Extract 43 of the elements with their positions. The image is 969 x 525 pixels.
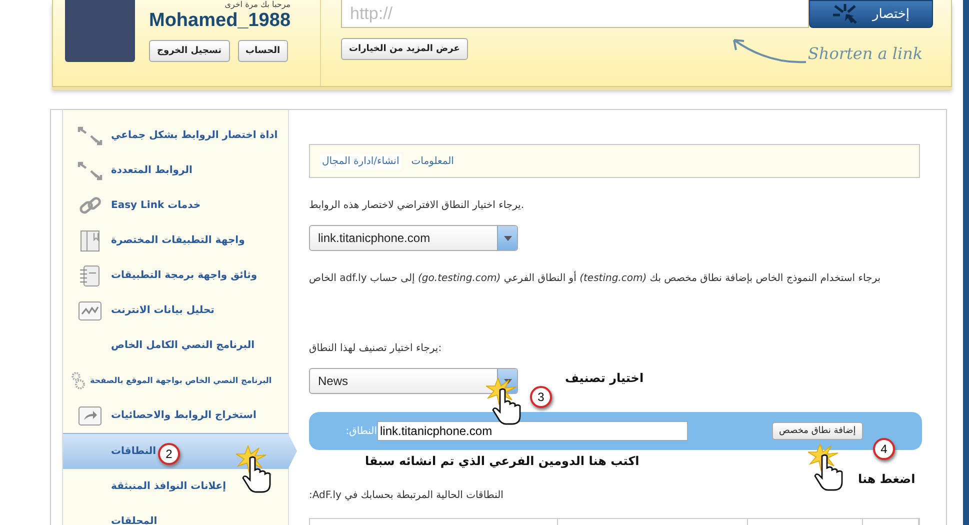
sidebar-item[interactable]: الروابط المتعددة: [63, 153, 288, 188]
caret-icon: [497, 226, 517, 250]
sidebar-item[interactable]: خدمات Easy Link: [63, 188, 288, 223]
shorten-button[interactable]: إختصار: [809, 0, 933, 28]
tab[interactable]: المعلومات: [409, 154, 456, 168]
domain-dropdown[interactable]: link.titanicphone.com: [309, 225, 518, 251]
share-icon: [78, 406, 102, 426]
add-domain-button[interactable]: إضافة نطاق مخصص: [772, 422, 863, 440]
gears-icon: [70, 370, 86, 392]
sidebar-item[interactable]: المحلقات: [63, 504, 288, 525]
avatar-placeholder: [65, 0, 135, 62]
tab[interactable]: انشاء/ادارة المجال: [320, 154, 402, 168]
greeting-text: مرحبا بك مرة اخرى: [224, 0, 291, 10]
annotation-text: اضغط هنا: [858, 472, 916, 486]
notebook-icon: [79, 264, 101, 286]
arrows-icon: [832, 3, 858, 25]
default-domain-prompt: يرجاء اختيار النطاق الافتراضي لاختصار هذه الروابط.: [309, 200, 526, 211]
url-input[interactable]: http://: [341, 0, 809, 28]
current-domains-text: النطاقات الحالية المرتبطة بحسابك في AdF.ly:: [309, 490, 504, 501]
sidebar-item[interactable]: إعلانات النوافذ المنبثقة: [63, 469, 288, 504]
domain-input[interactable]: link.titanicphone.com: [377, 421, 688, 441]
chart-icon: [78, 300, 102, 320]
sidebar-item[interactable]: واجهة التطبيقات المختصرة: [63, 223, 288, 258]
sidebar-item[interactable]: وثائق واجهة برمجة التطبيقات: [63, 258, 288, 293]
sidebar-item[interactable]: تحليل بيانات الانترنت: [63, 293, 288, 328]
more-options-button[interactable]: عرض المزيد من الخيارات: [341, 38, 468, 60]
account-button[interactable]: تسجيل الخروج: [149, 40, 230, 62]
link-icon: [78, 194, 102, 216]
domain-label: النطاق:: [344, 426, 377, 436]
sidebar-item[interactable]: اداة اختصار الروابط بشكل جماعي: [63, 118, 288, 153]
hint-text: Shorten a link: [808, 44, 923, 63]
arrows-icon: [77, 160, 103, 180]
username: Mohamed_1988: [149, 10, 291, 32]
category-dropdown[interactable]: News: [309, 368, 518, 394]
annotation-text: اختيار تصنيف: [565, 371, 644, 385]
sidebar-item[interactable]: البرنامج النصي الكامل الخاص: [63, 328, 288, 363]
sidebar-item[interactable]: البرنامج النصي الخاص بواجهة الموقع بالصفحة: [63, 363, 288, 398]
arrows-icon: [77, 126, 103, 146]
book-icon: [79, 230, 101, 252]
annotation-text: اكتب هنا الدومين الفرعي الذي تم انشائه سبقا: [365, 454, 640, 468]
category-prompt: يرجاء اختيار تصنيف لهذا النطاق:: [309, 343, 443, 354]
account-button[interactable]: الحساب: [238, 40, 288, 62]
sidebar-item[interactable]: استخراج الروابط والاحصائيات: [63, 398, 288, 433]
